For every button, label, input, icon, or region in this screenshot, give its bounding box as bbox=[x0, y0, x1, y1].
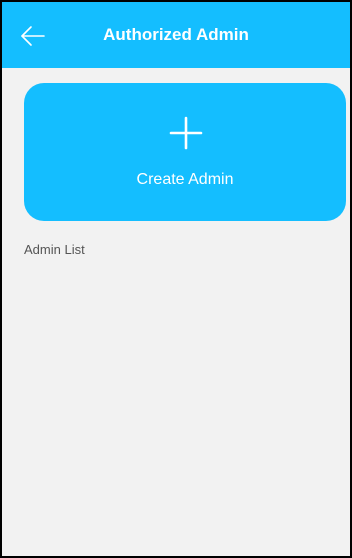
create-admin-label: Create Admin bbox=[136, 171, 234, 188]
page-title: Authorized Admin bbox=[103, 25, 249, 44]
plus-icon bbox=[168, 115, 204, 151]
admin-list-heading: Admin List bbox=[24, 242, 85, 257]
arrow-left-icon bbox=[14, 18, 50, 54]
app-header: Authorized Admin bbox=[2, 2, 350, 68]
back-button[interactable] bbox=[14, 18, 50, 54]
create-admin-button[interactable]: Create Admin bbox=[24, 83, 346, 221]
app-frame: Authorized Admin Create Admin Admin List bbox=[0, 0, 352, 558]
